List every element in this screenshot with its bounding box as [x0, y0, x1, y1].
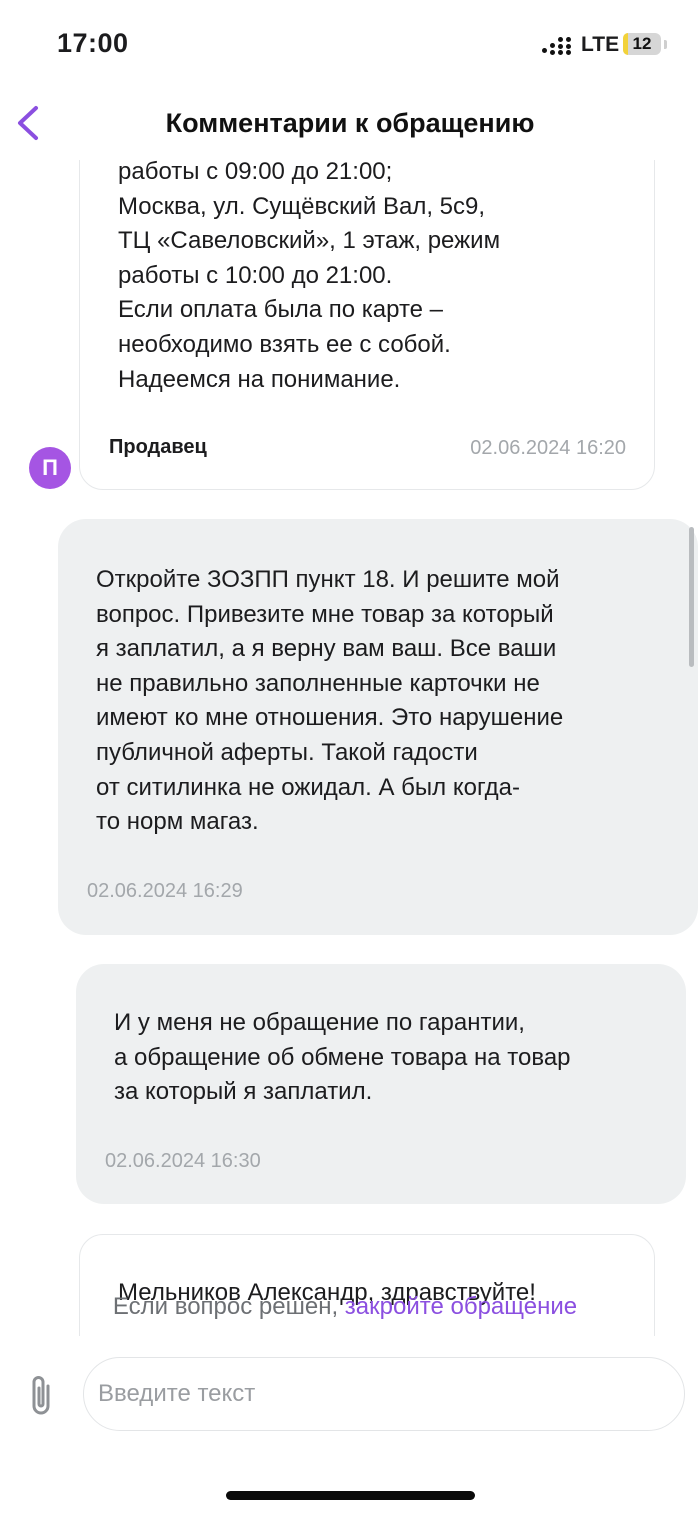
message-line: работы с 09:00 до 21:00; [118, 158, 393, 185]
message-line: за который я заплатил. [114, 1078, 373, 1106]
message-line: не правильно заполненные карточки не [96, 669, 540, 697]
user-message-text: И у меня не обращение по гарантии, а обр… [114, 1006, 571, 1110]
status-time: 17:00 [57, 28, 129, 58]
attach-button[interactable] [24, 1372, 58, 1420]
network-type: LTE [581, 33, 620, 56]
message-line: Если оплата была по карте – [118, 296, 444, 324]
close-request-link[interactable]: закройте обращение [345, 1293, 577, 1320]
user-message-bubble: И у меня не обращение по гарантии, а обр… [76, 964, 686, 1204]
resolved-note: Если вопрос решен, закройте обращение [0, 1293, 690, 1321]
status-bar: 17:00 LTE 12 [0, 0, 700, 90]
battery-percent: 12 [632, 34, 652, 53]
paperclip-icon [32, 1376, 50, 1415]
seller-message-card: Мельников Александр, здравствуйте! [79, 1234, 655, 1340]
message-line: необходимо взять ее с собой. [118, 330, 451, 358]
message-line: а обращение об обмене товара на товар [114, 1043, 571, 1071]
message-line: имеют ко мне отношения. Это нарушение [96, 704, 564, 732]
message-line: Москва, ул. Сущёвский Вал, 5с9, [118, 192, 486, 220]
message-line: публичной аферты. Такой гадости [96, 738, 478, 766]
battery-icon: 12 [623, 33, 661, 55]
message-line: от ситилинка не ожидал. А был когда- [96, 773, 520, 801]
message-line: Надеемся на понимание. [118, 365, 401, 393]
composer-bar [0, 1336, 700, 1515]
message-line: ТЦ «Савеловский», 1 этаж, режим [118, 227, 501, 255]
user-message-bubble: Откройте ЗОЗПП пункт 18. И решите мой во… [58, 519, 698, 935]
page-title: Комментарии к обращению [165, 108, 535, 138]
message-line: вопрос. Привезите мне товар за который [96, 600, 554, 628]
seller-message-text: работы с 09:00 до 21:00; Москва, ул. Сущ… [118, 155, 638, 397]
message-line: И у меня не обращение по гарантии, [114, 1009, 525, 1036]
message-timestamp: 02.06.2024 16:29 [87, 880, 243, 902]
signal-icon [542, 37, 574, 55]
nav-header: Комментарии к обращению [0, 90, 700, 160]
message-line: то норм магаз. [96, 808, 259, 836]
message-line: я заплатил, а я верну вам ваш. Все ваши [96, 635, 557, 663]
message-timestamp: 02.06.2024 16:30 [105, 1150, 261, 1172]
message-input[interactable] [83, 1357, 685, 1431]
message-line: Откройте ЗОЗПП пункт 18. И решите мой [96, 566, 560, 593]
resolved-note-text: Если вопрос решен, [112, 1293, 339, 1320]
message-timestamp: 02.06.2024 16:20 [470, 437, 626, 459]
scrollbar[interactable] [689, 527, 694, 667]
chat-scroll-area[interactable]: работы с 09:00 до 21:00; Москва, ул. Сущ… [0, 0, 700, 1340]
battery-tip [664, 40, 667, 49]
seller-avatar: П [29, 447, 71, 489]
user-message-text: Откройте ЗОЗПП пункт 18. И решите мой во… [96, 563, 563, 840]
sender-name: Продавец [109, 436, 207, 458]
home-indicator [226, 1491, 475, 1500]
message-line: работы с 10:00 до 21:00. [118, 261, 393, 289]
